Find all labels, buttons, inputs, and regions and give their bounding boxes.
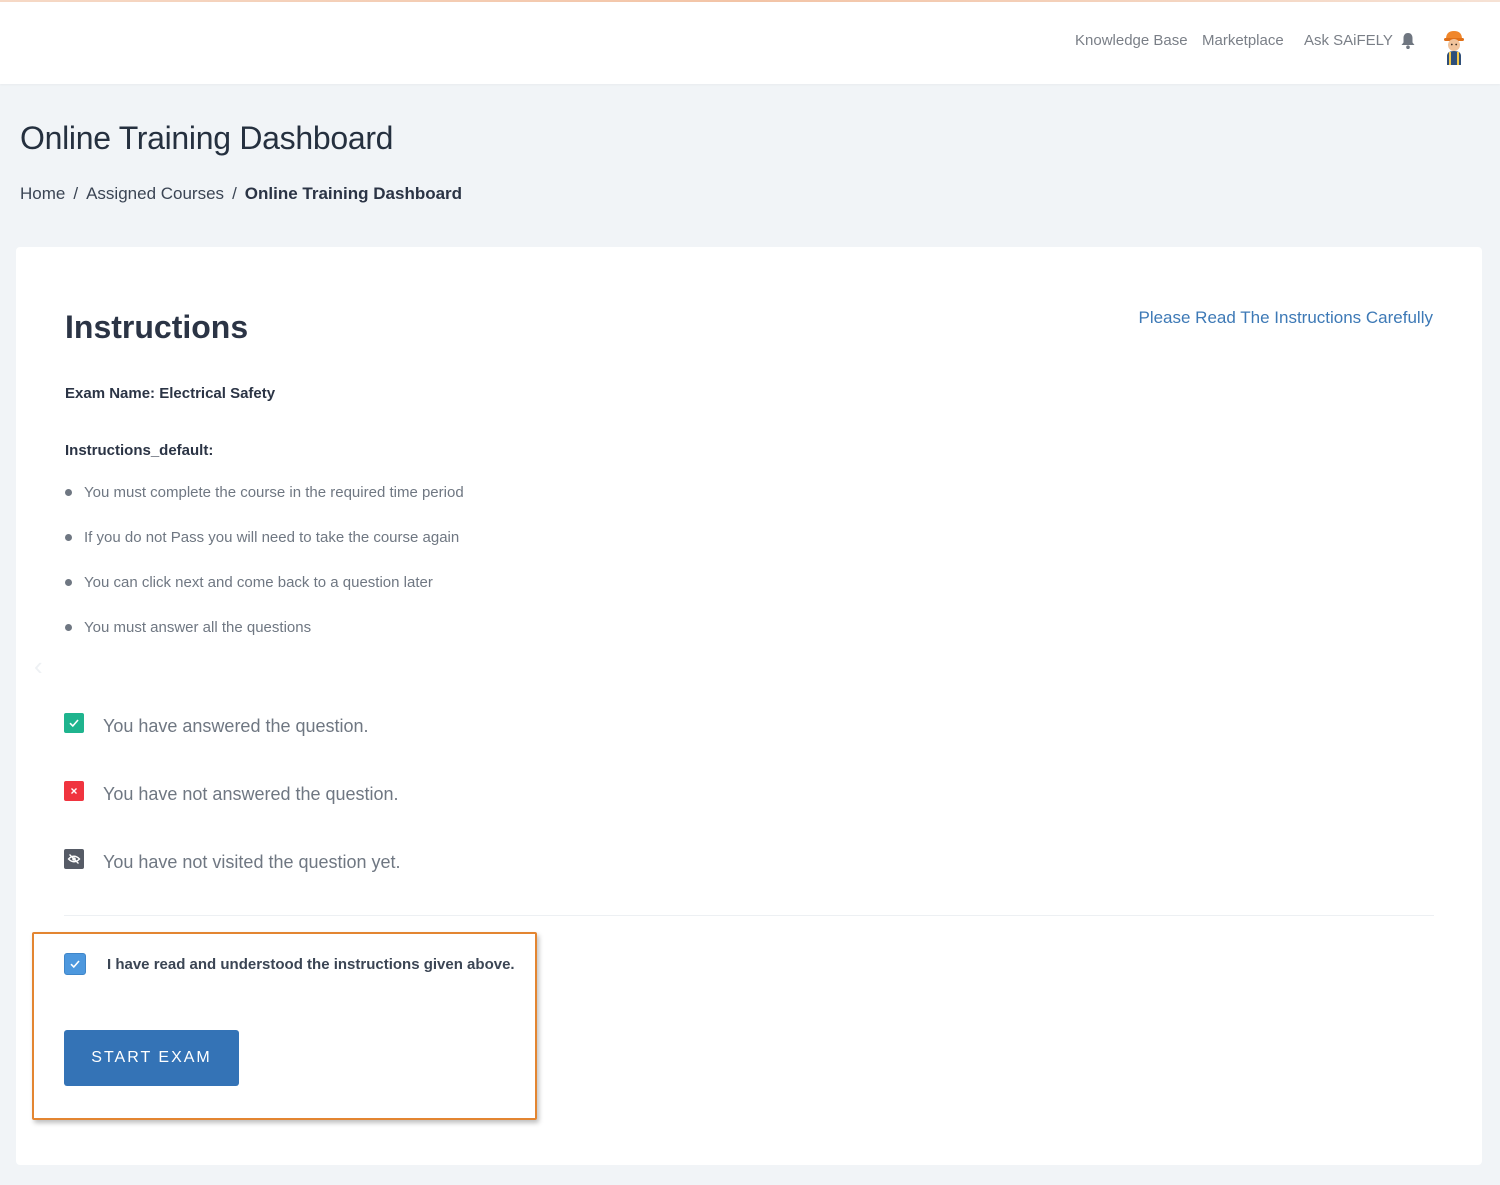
legend-not-visited-text: You have not visited the question yet. [103, 852, 401, 872]
instruction-item: You can click next and come back to a qu… [65, 574, 464, 619]
bell-icon[interactable] [1400, 32, 1416, 50]
breadcrumb-home[interactable]: Home [20, 184, 65, 203]
breadcrumb-current: Online Training Dashboard [244, 184, 463, 203]
instructions-list: You must complete the course in the requ… [65, 484, 464, 664]
instructions-heading: Instructions_default: [65, 442, 214, 459]
breadcrumb-separator: / [232, 184, 237, 203]
divider [64, 915, 1434, 916]
legend-answered-text: You have answered the question. [103, 716, 369, 736]
instruction-item: You must complete the course in the requ… [65, 484, 464, 529]
exam-name: Exam Name: Electrical Safety [65, 385, 276, 402]
chevron-left-icon: ‹ [34, 651, 43, 681]
nav-marketplace[interactable]: Marketplace [1202, 32, 1284, 49]
breadcrumb-separator: / [73, 184, 79, 203]
cross-icon [64, 781, 84, 801]
check-icon [70, 960, 80, 969]
breadcrumb: Home / Assigned Courses / Online Training Da… [20, 184, 462, 204]
top-navbar: Knowledge Base Marketplace Ask SAiFELY [0, 2, 1500, 84]
check-icon [64, 713, 84, 733]
instructions-note: Please Read The Instructions Carefully [1138, 308, 1433, 327]
card-title: Instructions [65, 309, 249, 345]
page-title: Online Training Dashboard [20, 120, 394, 156]
worker-avatar-icon[interactable] [1441, 28, 1467, 66]
breadcrumb-assigned-courses[interactable]: Assigned Courses [86, 184, 224, 203]
start-exam-button[interactable]: START EXAM [64, 1030, 239, 1086]
acknowledgement-checkbox[interactable] [64, 953, 86, 975]
instruction-item: If you do not Pass you will need to take… [65, 529, 464, 574]
nav-ask-saifely[interactable]: Ask SAiFELY [1304, 32, 1393, 49]
instruction-item: You must answer all the questions [65, 619, 464, 664]
legend-not-answered-text: You have not answered the question. [103, 784, 399, 804]
instructions-card: Instructions Please Read The Instruction… [16, 247, 1482, 1165]
eye-off-icon [64, 849, 84, 869]
acknowledgement-label[interactable]: I have read and understood the instructi… [107, 956, 515, 973]
nav-knowledge-base[interactable]: Knowledge Base [1075, 32, 1188, 49]
